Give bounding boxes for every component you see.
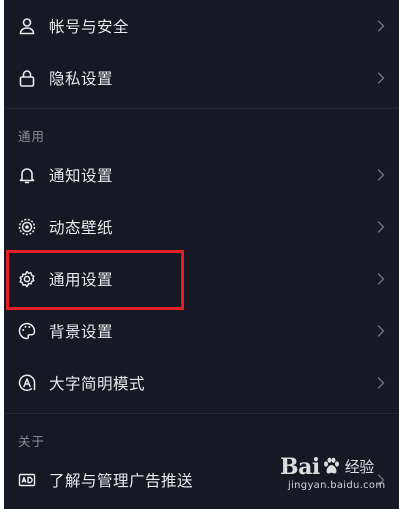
chevron-right-icon	[377, 474, 385, 486]
person-icon	[18, 17, 36, 35]
bell-icon	[18, 166, 36, 184]
chevron-right-icon	[377, 377, 385, 389]
settings-item-general-settings[interactable]: 通用设置	[4, 253, 399, 305]
settings-item-account-security[interactable]: 帐号与安全	[4, 0, 399, 52]
chevron-right-icon	[377, 20, 385, 32]
section-header-about: 关于	[18, 434, 46, 449]
chevron-right-icon	[377, 273, 385, 285]
settings-item-label: 帐号与安全	[49, 18, 130, 36]
section-divider	[4, 413, 399, 414]
settings-item-label: 大字简明模式	[49, 375, 146, 393]
settings-item-ad-management[interactable]: 了解与管理广告推送	[4, 454, 399, 506]
settings-screen: 帐号与安全 隐私设置 通用 通知设置 动态壁纸 通用设置 背景设置 大字简明模式…	[4, 0, 399, 509]
section-divider	[4, 108, 399, 109]
settings-item-large-text-mode[interactable]: 大字简明模式	[4, 357, 399, 409]
ad-icon	[18, 471, 36, 489]
chevron-right-icon	[377, 169, 385, 181]
settings-item-label: 动态壁纸	[49, 219, 114, 237]
chevron-right-icon	[377, 72, 385, 84]
settings-item-label: 背景设置	[49, 323, 114, 341]
palette-icon	[18, 322, 36, 340]
section-header-general: 通用	[18, 129, 46, 144]
lock-icon	[18, 69, 36, 87]
settings-item-label: 了解与管理广告推送	[49, 472, 194, 490]
gear-icon	[18, 270, 36, 288]
settings-item-label: 隐私设置	[49, 70, 114, 88]
live-wallpaper-icon	[18, 218, 36, 236]
settings-item-privacy[interactable]: 隐私设置	[4, 52, 399, 104]
chevron-right-icon	[377, 325, 385, 337]
settings-item-background[interactable]: 背景设置	[4, 305, 399, 357]
settings-item-live-wallpaper[interactable]: 动态壁纸	[4, 201, 399, 253]
settings-item-label: 通用设置	[49, 271, 114, 289]
large-text-icon	[18, 374, 36, 392]
settings-item-label: 通知设置	[49, 167, 114, 185]
chevron-right-icon	[377, 221, 385, 233]
settings-item-notifications[interactable]: 通知设置	[4, 149, 399, 201]
